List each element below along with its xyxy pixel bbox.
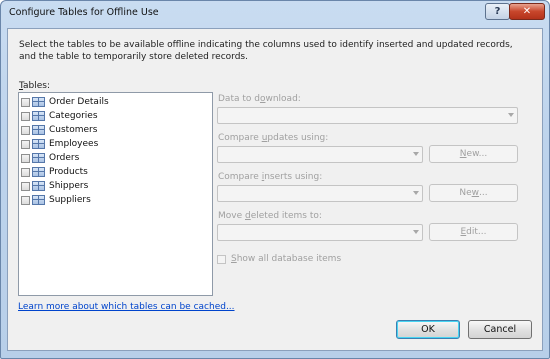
table-icon [32, 153, 45, 163]
title-bar[interactable]: Configure Tables for Offline Use ? ✕ [1, 1, 549, 25]
instructions-text: Select the tables to be available offlin… [19, 40, 513, 62]
cancel-button[interactable]: Cancel [468, 320, 532, 339]
table-icon [32, 167, 45, 177]
inserts-label: Compare inserts using: [218, 172, 323, 182]
table-icon [32, 195, 45, 205]
list-item-label: Employees [49, 139, 99, 149]
deleted-edit-button[interactable]: Edit... [429, 223, 518, 241]
table-icon [32, 97, 45, 107]
close-button[interactable]: ✕ [509, 3, 545, 20]
table-icon [32, 139, 45, 149]
list-item-label: Customers [49, 125, 98, 135]
updates-new-button[interactable]: New... [429, 145, 518, 163]
download-label: Data to download: [218, 94, 301, 104]
chevron-down-icon[interactable] [413, 152, 419, 156]
table-checkbox[interactable] [21, 97, 30, 107]
show-all-checkbox-row[interactable]: Show all database items [217, 254, 341, 264]
table-checkbox[interactable] [21, 111, 30, 121]
inserts-combobox[interactable] [217, 185, 423, 202]
table-checkbox[interactable] [21, 139, 30, 149]
list-item[interactable]: Employees [19, 137, 212, 151]
tables-label: Tables: [19, 81, 51, 91]
tables-listbox[interactable]: Order Details Categories Customers Emplo… [18, 92, 213, 296]
list-item-label: Orders [49, 153, 80, 163]
list-item[interactable]: Order Details [19, 95, 212, 109]
chevron-down-icon[interactable] [508, 113, 514, 117]
help-icon: ? [494, 6, 501, 17]
deleted-combobox[interactable] [217, 224, 423, 241]
table-checkbox[interactable] [21, 167, 30, 177]
list-item[interactable]: Suppliers [19, 193, 212, 207]
list-item[interactable]: Products [19, 165, 212, 179]
list-item[interactable]: Categories [19, 109, 212, 123]
inserts-new-button[interactable]: Ne w... [429, 184, 518, 202]
help-button[interactable]: ? [485, 3, 510, 20]
table-checkbox[interactable] [21, 181, 30, 191]
download-combobox[interactable] [217, 107, 518, 124]
close-icon: ✕ [522, 6, 532, 17]
learn-more-link[interactable]: Learn more about which tables can be cac… [18, 302, 235, 312]
list-item[interactable]: Orders [19, 151, 212, 165]
list-item-label: Products [49, 167, 88, 177]
window-title: Configure Tables for Offline Use [9, 7, 159, 18]
ok-button[interactable]: OK [396, 320, 460, 339]
table-checkbox[interactable] [21, 125, 30, 135]
list-item[interactable]: Shippers [19, 179, 212, 193]
list-item-label: Suppliers [49, 195, 91, 205]
dialog-window: Configure Tables for Offline Use ? ✕ Sel… [0, 0, 550, 359]
table-checkbox[interactable] [21, 195, 30, 205]
table-icon [32, 125, 45, 135]
updates-combobox[interactable] [217, 146, 423, 163]
deleted-label: Move deleted items to: [218, 211, 322, 221]
table-icon [32, 111, 45, 121]
chevron-down-icon[interactable] [413, 230, 419, 234]
list-item-label: Shippers [49, 181, 89, 191]
show-all-checkbox[interactable] [217, 254, 226, 264]
show-all-label: Show all database items [231, 254, 342, 264]
updates-label: Compare updates using: [218, 133, 329, 143]
chevron-down-icon[interactable] [413, 191, 419, 195]
dialog-body: Select the tables to be available offlin… [7, 28, 543, 351]
list-item-label: Categories [49, 111, 98, 121]
table-checkbox[interactable] [21, 153, 30, 163]
list-item[interactable]: Customers [19, 123, 212, 137]
table-icon [32, 181, 45, 191]
list-item-label: Order Details [49, 97, 109, 107]
